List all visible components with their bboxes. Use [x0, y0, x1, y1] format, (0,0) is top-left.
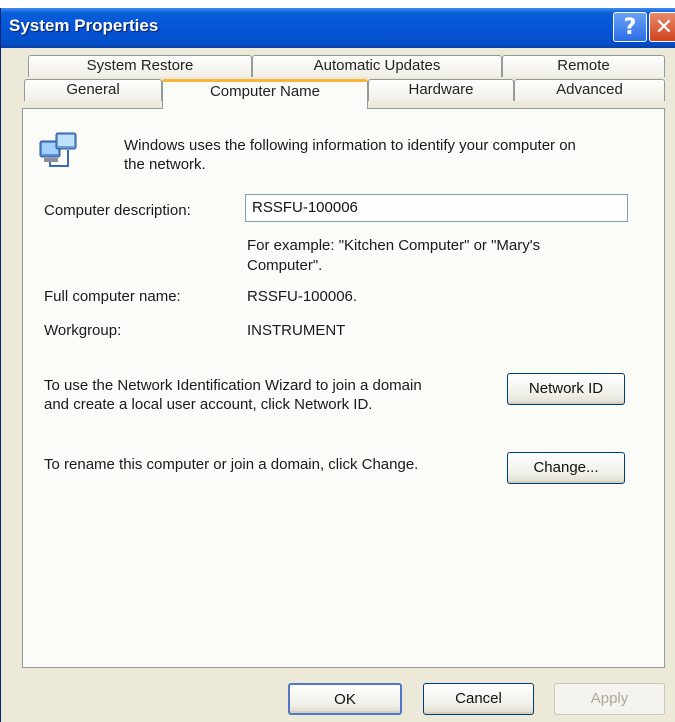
content-layer: Windows uses the following information t… — [0, 0, 675, 722]
computer-description-input[interactable]: RSSFU-100006 — [245, 194, 628, 222]
workgroup-value: INSTRUMENT — [247, 322, 346, 339]
apply-button[interactable]: Apply — [554, 683, 665, 715]
rename-instructions: To rename this computer or join a domain… — [44, 456, 419, 473]
workgroup-label: Workgroup: — [44, 322, 122, 339]
ok-button[interactable]: OK — [288, 683, 402, 715]
change-button[interactable]: Change... — [507, 452, 625, 484]
intro-text: Windows uses the following information t… — [124, 137, 576, 154]
network-id-instructions: To use the Network Identification Wizard… — [44, 377, 422, 394]
full-computer-name-value: RSSFU-100006. — [247, 288, 358, 305]
cancel-button[interactable]: Cancel — [423, 683, 534, 715]
full-computer-name-label: Full computer name: — [44, 288, 181, 305]
example-text-line2: Computer". — [247, 257, 323, 274]
network-id-button[interactable]: Network ID — [507, 373, 625, 405]
example-text: For example: "Kitchen Computer" or "Mary… — [247, 237, 541, 254]
network-id-instructions-line2: and create a local user account, click N… — [44, 396, 373, 413]
intro-text-line2: the network. — [124, 156, 206, 173]
computer-description-label: Computer description: — [44, 202, 191, 219]
